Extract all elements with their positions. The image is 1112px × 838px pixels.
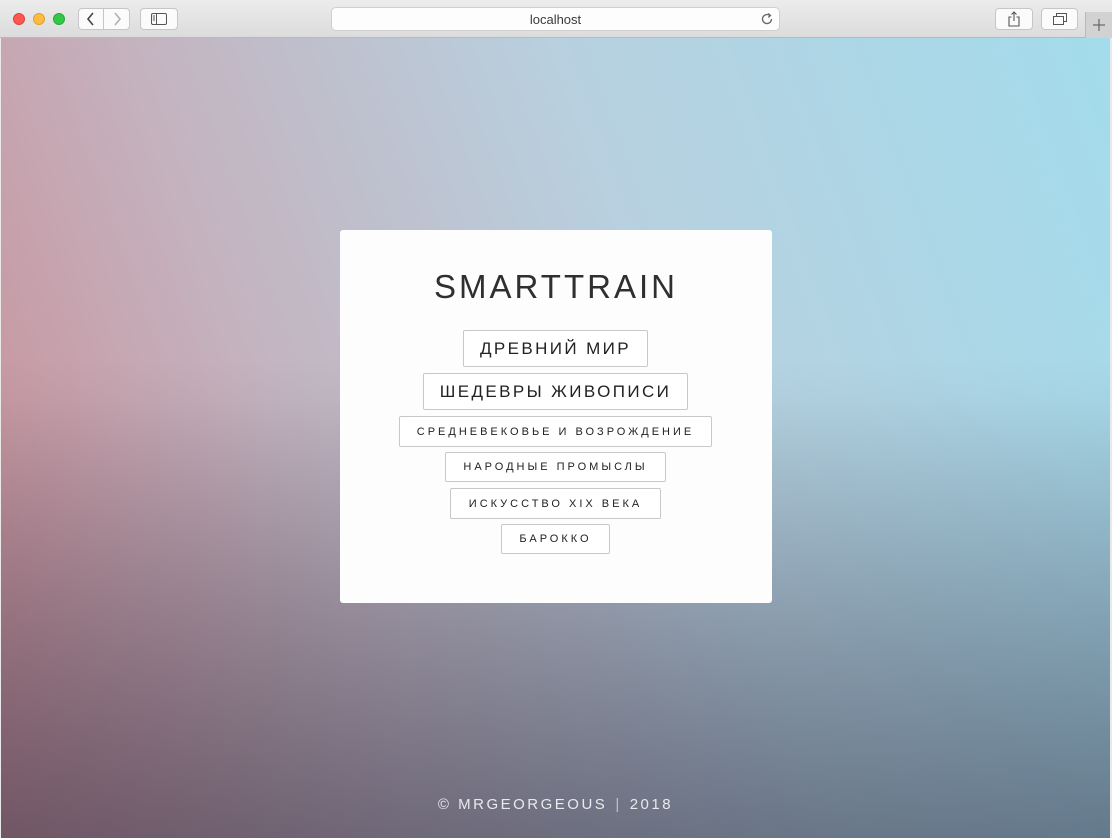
zoom-window-button[interactable] <box>53 13 65 25</box>
footer-year: 2018 <box>629 796 674 813</box>
menu-button-ancient-world[interactable]: ДРЕВНИЙ МИР <box>463 330 648 367</box>
chevron-left-icon <box>86 12 94 26</box>
browser-window: localhost SMARTTRAIN ДРЕВНИЙ МИР ШЕДЕВРЫ… <box>0 0 1112 838</box>
menu-button-folk-crafts[interactable]: НАРОДНЫЕ ПРОМЫСЛЫ <box>445 452 666 482</box>
footer-author: © MRGEORGEOUS <box>437 796 608 813</box>
share-icon <box>1008 11 1020 27</box>
page-footer: © MRGEORGEOUS | 2018 <box>1 796 1110 813</box>
footer-separator: | <box>615 796 622 813</box>
minimize-window-button[interactable] <box>33 13 45 25</box>
sidebar-toggle-button[interactable] <box>140 8 178 30</box>
forward-button[interactable] <box>103 8 130 30</box>
menu-card: SMARTTRAIN ДРЕВНИЙ МИР ШЕДЕВРЫ ЖИВОПИСИ … <box>340 230 772 603</box>
browser-toolbar: localhost <box>0 0 1112 38</box>
address-bar[interactable]: localhost <box>331 7 780 31</box>
tabs-overview-button[interactable] <box>1041 8 1078 30</box>
plus-icon <box>1093 19 1105 31</box>
menu-button-baroque[interactable]: БАРОККО <box>501 524 610 554</box>
chevron-right-icon <box>113 12 121 26</box>
close-window-button[interactable] <box>13 13 25 25</box>
back-button[interactable] <box>78 8 104 30</box>
menu-button-19th-century-art[interactable]: ИСКУССТВО XIX ВЕКА <box>450 488 661 519</box>
menu-button-middle-ages-renaissance[interactable]: СРЕДНЕВЕКОВЬЕ И ВОЗРОЖДЕНИЕ <box>399 416 712 447</box>
page-viewport: SMARTTRAIN ДРЕВНИЙ МИР ШЕДЕВРЫ ЖИВОПИСИ … <box>1 38 1110 838</box>
tabs-overview-icon <box>1052 13 1067 25</box>
new-tab-button[interactable] <box>1085 12 1112 38</box>
reload-icon[interactable] <box>760 12 774 26</box>
page-title: SMARTTRAIN <box>434 268 678 305</box>
address-text: localhost <box>529 11 582 27</box>
share-button[interactable] <box>995 8 1033 30</box>
sidebar-icon <box>151 13 167 25</box>
menu-button-painting-masterpieces[interactable]: ШЕДЕВРЫ ЖИВОПИСИ <box>423 373 688 410</box>
